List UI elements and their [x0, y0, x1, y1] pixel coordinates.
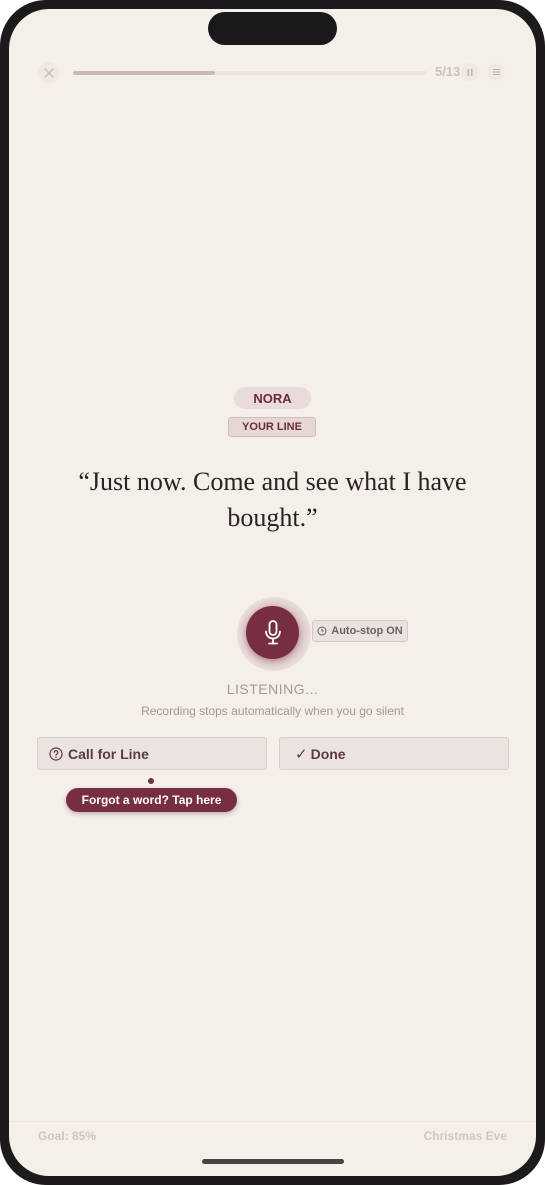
scene-title: Christmas Eve	[423, 1129, 507, 1143]
tooltip-pointer-dot	[148, 778, 154, 784]
menu-icon	[492, 69, 500, 75]
auto-stop-toggle[interactable]: Auto-stop ON	[312, 620, 408, 642]
phone-frame: 5/13 NORA YOUR LINE “Just now. Come and …	[0, 0, 545, 1185]
checkmark-icon: ✓	[295, 745, 308, 763]
pause-button[interactable]	[461, 63, 479, 81]
app-screen: 5/13 NORA YOUR LINE “Just now. Come and …	[9, 9, 536, 1176]
question-circle-icon	[49, 746, 63, 761]
done-label: Done	[310, 745, 346, 762]
forgot-word-tooltip[interactable]: Forgot a word? Tap here	[66, 788, 237, 812]
footer-divider	[9, 1121, 536, 1122]
auto-stop-label: Auto-stop ON	[331, 625, 403, 637]
call-for-line-button[interactable]: Call for Line	[37, 737, 267, 770]
script-line: “Just now. Come and see what I have boug…	[78, 467, 467, 532]
close-icon	[44, 68, 54, 78]
character-name-tag: NORA	[234, 387, 311, 409]
recording-hint: Recording stops automatically when you g…	[141, 704, 404, 718]
progress-fill	[73, 71, 215, 75]
microphone-icon	[264, 619, 281, 644]
microphone-button[interactable]	[246, 606, 299, 659]
close-button[interactable]	[38, 62, 60, 84]
timer-icon	[317, 626, 327, 636]
menu-button[interactable]	[487, 63, 505, 81]
home-indicator[interactable]	[202, 1159, 344, 1164]
progress-bar	[73, 71, 427, 75]
line-counter: 5/13	[435, 64, 461, 79]
dynamic-island	[208, 12, 337, 45]
done-button[interactable]: ✓ Done	[279, 737, 509, 770]
call-for-line-label: Call for Line	[68, 745, 149, 762]
your-line-badge: YOUR LINE	[228, 417, 316, 437]
listening-status: LISTENING...	[226, 681, 319, 697]
goal-label: Goal: 85%	[38, 1129, 97, 1143]
pause-icon	[467, 68, 473, 76]
